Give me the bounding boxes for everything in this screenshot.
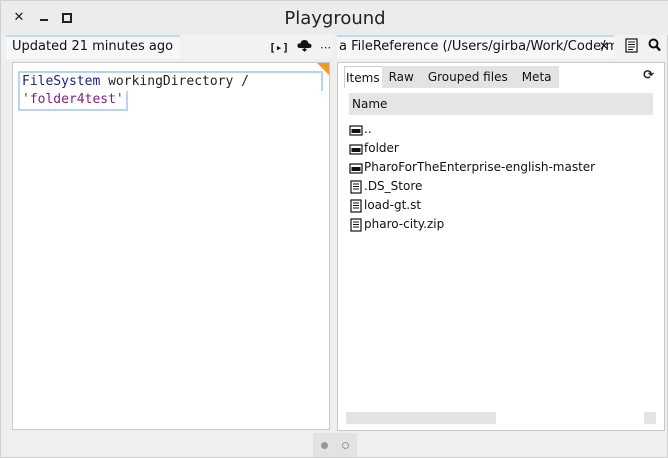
inspector-tabbar: a FileReference (/Users/girba/Work/Code/… xyxy=(337,35,667,59)
remote-publish-button[interactable] xyxy=(297,39,312,55)
list-item-label: .. xyxy=(364,122,372,136)
list-item-label: load-gt.st xyxy=(364,198,422,212)
folder-icon xyxy=(349,143,363,155)
refresh-icon[interactable]: ⟳ xyxy=(643,68,654,83)
message-token: workingDirectory / xyxy=(100,74,249,89)
playground-window: ✕ Playground Updated 21 minutes ago [▸] … xyxy=(0,0,668,458)
document-icon xyxy=(625,38,638,53)
scrollbar-thumb[interactable] xyxy=(346,412,496,424)
playground-pane: Updated 21 minutes ago [▸] ⋯ FileSystem … xyxy=(6,35,333,431)
list-item[interactable]: .. xyxy=(349,120,653,139)
class-token: FileSystem xyxy=(22,74,101,89)
inspector-toolbar xyxy=(625,38,661,57)
code-editor[interactable]: FileSystem workingDirectory / 'folder4te… xyxy=(12,62,330,430)
inspector-content: Items Raw Grouped files Meta ⟳ Name .. f… xyxy=(337,62,665,431)
list-item-label: pharo-city.zip xyxy=(364,217,445,231)
tab-raw[interactable]: Raw xyxy=(382,66,421,88)
scrollbar-end[interactable] xyxy=(644,412,656,424)
playground-toolbar: [▸] ⋯ xyxy=(269,38,331,56)
title-bar: ✕ Playground xyxy=(1,1,668,35)
column-header-name[interactable]: Name xyxy=(349,93,653,115)
list-item-label: folder xyxy=(364,141,399,155)
folder-icon xyxy=(349,162,363,174)
view-tabs: Items Raw Grouped files Meta xyxy=(344,66,559,88)
file-icon xyxy=(350,179,362,194)
search-icon xyxy=(648,38,661,52)
inspect-document-button[interactable] xyxy=(625,38,638,57)
inspector-tab[interactable]: a FileReference (/Users/girba/Work/Code/… xyxy=(337,35,614,59)
code-text[interactable]: FileSystem workingDirectory / 'folder4te… xyxy=(18,71,323,111)
list-item[interactable]: pharo-city.zip xyxy=(349,215,653,234)
cloud-upload-icon xyxy=(297,40,312,52)
close-inspector-tab-button[interactable]: ✕ xyxy=(599,39,609,53)
inspector-pane: a FileReference (/Users/girba/Work/Code/… xyxy=(337,35,667,431)
code-line-1: FileSystem workingDirectory / xyxy=(18,71,323,91)
file-icon xyxy=(350,198,362,213)
file-list: .. folder PharoForTheEnterprise-english-… xyxy=(349,120,653,234)
pane-pager xyxy=(313,433,357,457)
inspector-tab-label: a FileReference (/Users/girba/Work/Code/… xyxy=(339,39,614,54)
more-options-button[interactable]: ⋯ xyxy=(320,41,331,54)
tab-grouped-files[interactable]: Grouped files xyxy=(421,66,515,88)
playground-tab[interactable]: Updated 21 minutes ago xyxy=(6,35,181,59)
pager-dot-1[interactable] xyxy=(321,442,328,449)
tab-meta[interactable]: Meta xyxy=(515,66,559,88)
string-token: 'folder4test' xyxy=(18,91,128,111)
horizontal-scrollbar[interactable] xyxy=(346,412,656,424)
list-item-label: .DS_Store xyxy=(364,179,423,193)
pager-dot-2[interactable] xyxy=(342,442,349,449)
playground-tabbar: Updated 21 minutes ago [▸] ⋯ xyxy=(6,35,333,59)
folder-icon xyxy=(349,124,363,136)
search-button[interactable] xyxy=(648,38,661,57)
list-item-label: PharoForTheEnterprise-english-master xyxy=(364,160,596,174)
file-icon xyxy=(350,217,362,232)
play-button[interactable]: [▸] xyxy=(269,41,289,54)
list-item[interactable]: load-gt.st xyxy=(349,196,653,215)
list-item[interactable]: folder xyxy=(349,139,653,158)
tab-items[interactable]: Items xyxy=(344,66,382,88)
list-item[interactable]: PharoForTheEnterprise-english-master xyxy=(349,158,653,177)
list-item[interactable]: .DS_Store xyxy=(349,177,653,196)
window-title: Playground xyxy=(284,8,386,29)
